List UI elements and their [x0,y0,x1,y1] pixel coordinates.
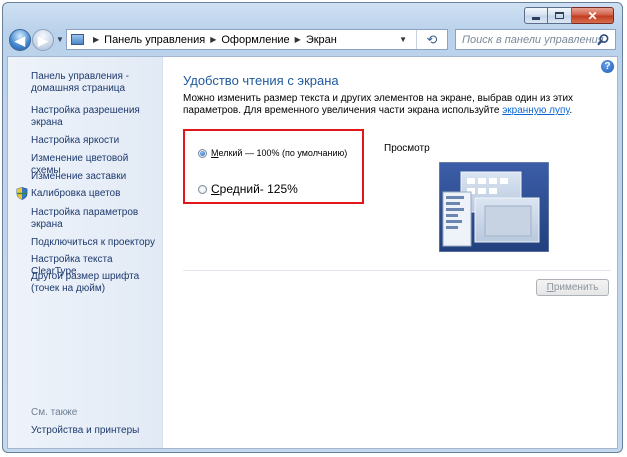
back-button[interactable]: ◀ [9,29,31,51]
apply-label: рименить [553,282,599,293]
back-arrow-icon: ◀ [15,32,25,48]
breadcrumb-item[interactable]: Экран [306,34,337,46]
breadcrumb-chevron-icon[interactable]: ▶ [93,35,99,44]
description-end: . [569,105,573,116]
sidebar-item-projector[interactable]: Подключиться к проектору [31,237,159,249]
refresh-button[interactable]: ⟲ [416,30,447,49]
sidebar-item-dpi[interactable]: Другой размер шрифта (точек на дюйм) [31,271,159,295]
control-panel-icon [71,34,84,45]
sidebar-item-calibration[interactable]: Калибровка цветов [31,188,159,200]
search-input[interactable]: Поиск в панели управления [455,29,616,50]
radio-medium[interactable] [198,184,207,194]
sidebar-item-display-settings[interactable]: Настройка параметров экрана [31,207,159,231]
option-medium-label: редний- 125% [219,182,298,196]
option-small-label: елкий — 100% (по умолчанию) [218,148,348,158]
close-button[interactable]: ✕ [572,7,614,24]
page-title: Удобство чтения с экрана [183,73,339,88]
search-icon[interactable] [596,33,610,47]
see-also-heading: См. также [31,407,78,418]
sidebar-item-home[interactable]: Панель управления - домашняя страница [31,71,159,95]
address-dropdown-icon[interactable]: ▼ [399,35,407,44]
breadcrumb-item[interactable]: Панель управления [104,34,205,46]
recent-pages-chevron-icon[interactable]: ▼ [56,35,64,44]
sidebar-item-resolution[interactable]: Настройка разрешения экрана [31,105,159,129]
breadcrumb-chevron-icon[interactable]: ▶ [210,35,216,44]
preview-label: Просмотр [384,143,430,154]
preview-image [439,162,549,252]
breadcrumb-chevron-icon[interactable]: ▶ [295,35,301,44]
maximize-button[interactable] [548,7,572,24]
forward-button[interactable]: ▶ [32,29,54,51]
page-description: Можно изменить размер текста и других эл… [183,93,615,117]
minimize-icon [532,17,540,20]
minimize-button[interactable] [524,7,548,24]
sidebar-item-brightness[interactable]: Настройка яркости [31,135,159,147]
option-small-hotkey: М [211,148,219,158]
divider [183,270,611,271]
control-panel-window: ✕ ◀ ▶ ▼ ▶ Панель управления ▶ Оформление… [2,2,623,453]
option-medium-hotkey: С [211,182,220,196]
radio-small[interactable] [198,148,207,158]
sidebar-item-screensaver[interactable]: Изменение заставки [31,171,159,183]
breadcrumb-item[interactable]: Оформление [221,34,289,46]
navigation-bar: ◀ ▶ ▼ ▶ Панель управления ▶ Оформление ▶… [7,28,617,54]
refresh-icon: ⟲ [426,31,438,47]
address-bar[interactable]: ▶ Панель управления ▶ Оформление ▶ Экран… [66,29,448,50]
magnifier-link[interactable]: экранную лупу [502,105,569,116]
sidebar-item-devices-printers[interactable]: Устройства и принтеры [31,425,159,437]
apply-hotkey: П [546,282,554,293]
content-area: Панель управления - домашняя страница На… [7,56,618,449]
caption-buttons: ✕ [524,7,614,24]
apply-button[interactable]: Применить [536,279,609,296]
sidebar: Панель управления - домашняя страница На… [8,57,163,448]
maximize-icon [555,12,564,19]
forward-arrow-icon: ▶ [38,32,48,48]
size-options-highlight: Мелкий — 100% (по умолчанию) Средний- 12… [183,129,364,204]
shield-icon [16,187,28,200]
search-placeholder: Поиск в панели управления [462,33,604,46]
close-icon: ✕ [587,8,598,23]
main-panel: Удобство чтения с экрана Можно изменить … [183,57,613,448]
option-small[interactable]: Мелкий — 100% (по умолчанию) [198,148,347,158]
option-medium[interactable]: Средний- 125% [198,182,298,196]
